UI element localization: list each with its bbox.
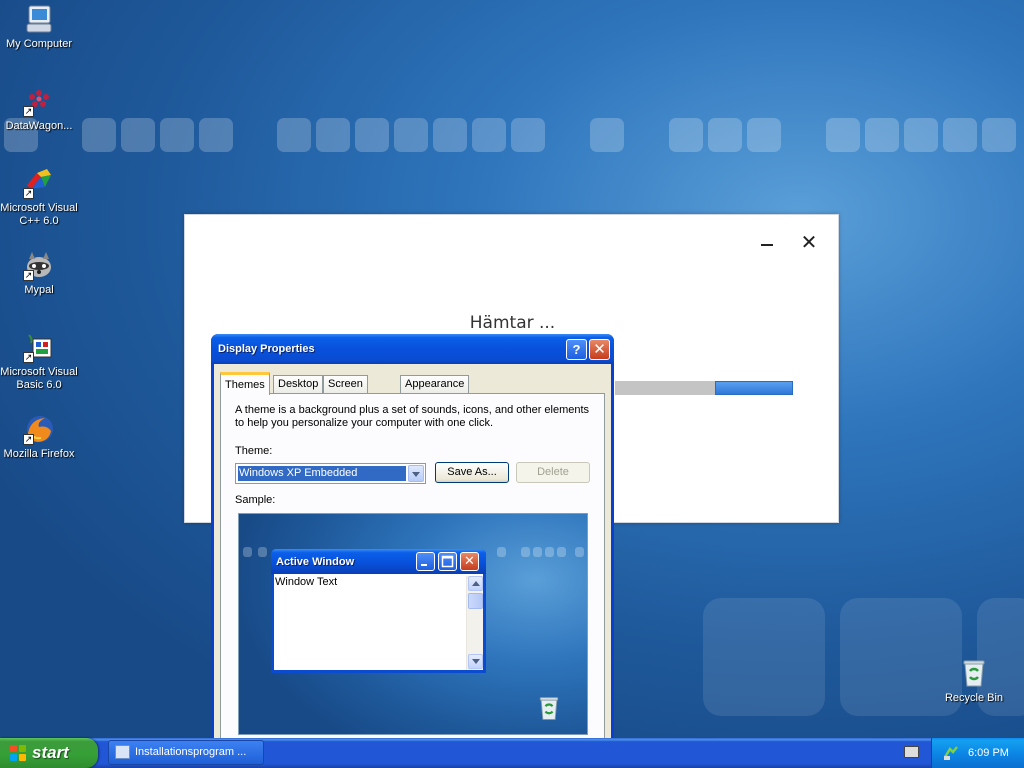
scroll-down-icon [468, 654, 483, 669]
minimize-icon [416, 552, 435, 571]
mypal-icon: ↗ [23, 249, 55, 281]
loader-status-text: Hämtar ... [469, 313, 556, 333]
visual-cpp-icon: ↗ [23, 167, 55, 199]
visual-basic-icon: ↗ [23, 331, 55, 363]
recycle-bin-icon [958, 657, 990, 689]
close-button[interactable]: ✕ [800, 233, 818, 253]
tab-appearance[interactable]: Appearance [400, 375, 470, 394]
desktop-icon-label: Mypal [24, 284, 54, 296]
desktop-icon-mypal[interactable]: ↗ Mypal [0, 249, 78, 297]
taskbar-button-installer[interactable]: Installationsprogram ... [108, 740, 264, 765]
desktop-icon-visual-cpp[interactable]: ↗ Microsoft Visual C++ 6.0 [0, 167, 78, 228]
help-button[interactable]: ? [566, 339, 587, 360]
maximize-icon [438, 552, 457, 571]
themes-panel: A theme is a background plus a set of so… [220, 393, 605, 744]
shortcut-arrow-icon: ↗ [23, 188, 34, 199]
sample-scrollbar [466, 576, 483, 670]
dialog-title: Display Properties [218, 343, 315, 355]
dialog-body: Themes Desktop Screen Saver Appearance A… [214, 364, 611, 744]
theme-select-value: Windows XP Embedded [238, 466, 406, 481]
sample-window-body: Window Text [274, 574, 483, 670]
desktop-icon-label: Microsoft Visual C++ 6.0 [0, 202, 78, 227]
tab-themes[interactable]: Themes [220, 372, 270, 395]
tab-desktop[interactable]: Desktop [273, 375, 324, 394]
desktop-icon-label: Recycle Bin [944, 692, 1004, 704]
taskbar-button-label: Installationsprogram ... [135, 746, 247, 758]
sample-window-title: Active Window [276, 556, 355, 568]
themes-description: A theme is a background plus a set of so… [235, 404, 590, 429]
theme-select[interactable]: Windows XP Embedded [235, 463, 426, 484]
dialog-close-button[interactable]: ✕ [589, 339, 610, 360]
sample-window-titlebar: Active Window ✕ [271, 549, 486, 574]
system-tray: 6:09 PM [931, 738, 1024, 768]
desktop-icon-visual-basic[interactable]: ↗ Microsoft Visual Basic 6.0 [0, 331, 78, 392]
shortcut-arrow-icon: ↗ [23, 270, 34, 281]
display-properties-dialog: Display Properties ? ✕ Themes Desktop Sc… [211, 334, 614, 744]
shortcut-arrow-icon: ↗ [23, 352, 34, 363]
taskbar: start Installationsprogram ... 6:09 PM [0, 738, 1024, 768]
shortcut-arrow-icon: ↗ [23, 106, 34, 117]
firefox-icon: ↗ [23, 413, 55, 445]
chevron-down-icon[interactable] [408, 465, 424, 482]
keyboard-icon[interactable] [904, 746, 919, 758]
desktop-icon-recycle-bin[interactable]: Recycle Bin [935, 657, 1013, 705]
sample-active-window: Active Window ✕ Window Text [271, 549, 486, 673]
clock[interactable]: 6:09 PM [968, 747, 1009, 759]
start-label: start [32, 743, 69, 762]
desktop-icon-my-computer[interactable]: My Computer [0, 3, 78, 51]
progress-fill [715, 381, 793, 395]
installer-icon [115, 745, 130, 759]
sample-window-text: Window Text [275, 576, 338, 588]
desktop-icon-datawagon[interactable]: ↗ DataWagon... [0, 85, 78, 133]
tab-screen-saver[interactable]: Screen Saver [323, 375, 368, 407]
sample-label: Sample: [235, 494, 276, 506]
start-button[interactable]: start [0, 738, 98, 768]
scroll-thumb [468, 593, 483, 609]
windows-logo-icon [10, 745, 27, 761]
desktop-icon-label: DataWagon... [5, 120, 73, 132]
save-as-button[interactable]: Save As... [435, 462, 509, 483]
theme-sample-preview: Active Window ✕ Window Text [238, 513, 588, 735]
safely-remove-hardware-icon[interactable] [943, 745, 959, 761]
desktop-icon-firefox[interactable]: ↗ Mozilla Firefox [0, 413, 78, 461]
desktop-icon-label: Microsoft Visual Basic 6.0 [0, 366, 78, 391]
recycle-bin-icon [535, 692, 563, 724]
scroll-up-icon [468, 576, 483, 591]
shortcut-arrow-icon: ↗ [23, 434, 34, 445]
dialog-titlebar[interactable]: Display Properties ? ✕ [211, 334, 614, 364]
desktop-icon-label: Mozilla Firefox [3, 448, 75, 460]
desktop-icon-label: My Computer [5, 38, 73, 50]
datawagon-icon: ↗ [23, 85, 55, 117]
close-icon: ✕ [460, 552, 479, 571]
my-computer-icon [23, 3, 55, 35]
minimize-button[interactable] [759, 235, 775, 253]
delete-button[interactable]: Delete [516, 462, 590, 483]
theme-label: Theme: [235, 445, 273, 457]
